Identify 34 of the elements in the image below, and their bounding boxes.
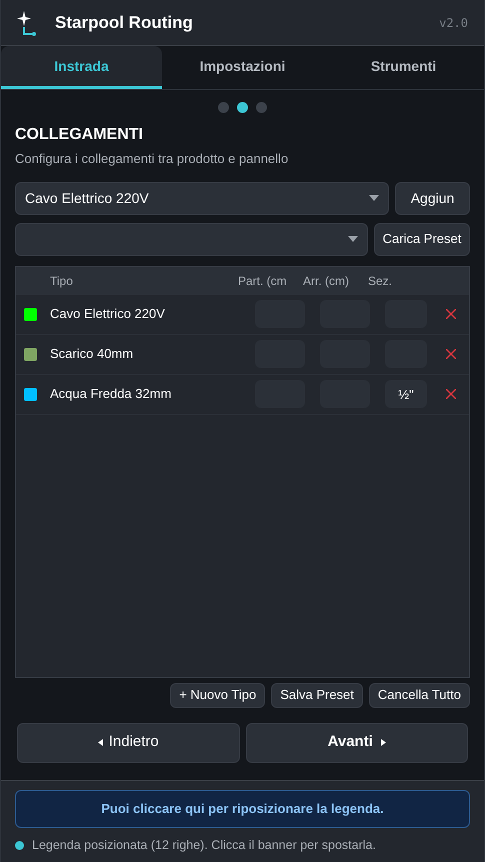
- sparkle-logo-icon: [17, 10, 39, 36]
- delete-icon[interactable]: [446, 309, 456, 319]
- delete-icon[interactable]: [446, 389, 456, 399]
- tab[interactable]: Strumenti: [323, 46, 484, 89]
- tab[interactable]: Impostazioni: [162, 46, 323, 89]
- app-title: Starpool Routing: [55, 12, 193, 34]
- delete-icon[interactable]: [446, 349, 456, 359]
- status-text: Legenda posizionata (12 righe). Clicca il banner per spostarla.: [32, 837, 376, 854]
- type-select[interactable]: Cavo Elettrico 220V: [15, 182, 389, 214]
- next-button[interactable]: Avanti: [246, 722, 468, 762]
- type-label: Scarico 40mm: [50, 345, 134, 364]
- type-label: Acqua Fredda 32mm: [50, 385, 172, 404]
- section-subtitle: Configura i collegamenti tra prodotto e pannello: [15, 150, 290, 168]
- column-header: Tipo: [49, 272, 74, 290]
- type-label: Cavo Elettrico 220V: [50, 305, 166, 324]
- back-button[interactable]: Indietro: [17, 722, 240, 762]
- right-triangle-icon: [380, 739, 386, 746]
- legend-banner[interactable]: Puoi cliccare qui per riposizionare la legenda.: [15, 790, 470, 828]
- column-header: Sez.: [368, 272, 394, 290]
- load-preset-button[interactable]: Carica Preset: [374, 222, 470, 256]
- preset-select[interactable]: [15, 222, 368, 256]
- tab[interactable]: Instrada: [1, 46, 162, 89]
- action-button[interactable]: Cancella Tutto: [368, 682, 470, 708]
- dropdown-caret-icon: [348, 236, 358, 242]
- action-button[interactable]: + Nuovo Tipo: [170, 682, 266, 708]
- column-header: Part. (cm: [238, 272, 288, 290]
- value-field[interactable]: ½": [385, 380, 427, 408]
- add-button[interactable]: Aggiun: [395, 182, 470, 214]
- dropdown-caret-icon: [369, 195, 379, 201]
- version-label: v2.0: [439, 14, 468, 32]
- column-header: Arr. (cm): [303, 272, 350, 290]
- action-button[interactable]: Salva Preset: [271, 682, 363, 708]
- section-title: COLLEGAMENTI: [15, 125, 144, 145]
- left-triangle-icon: [98, 739, 103, 746]
